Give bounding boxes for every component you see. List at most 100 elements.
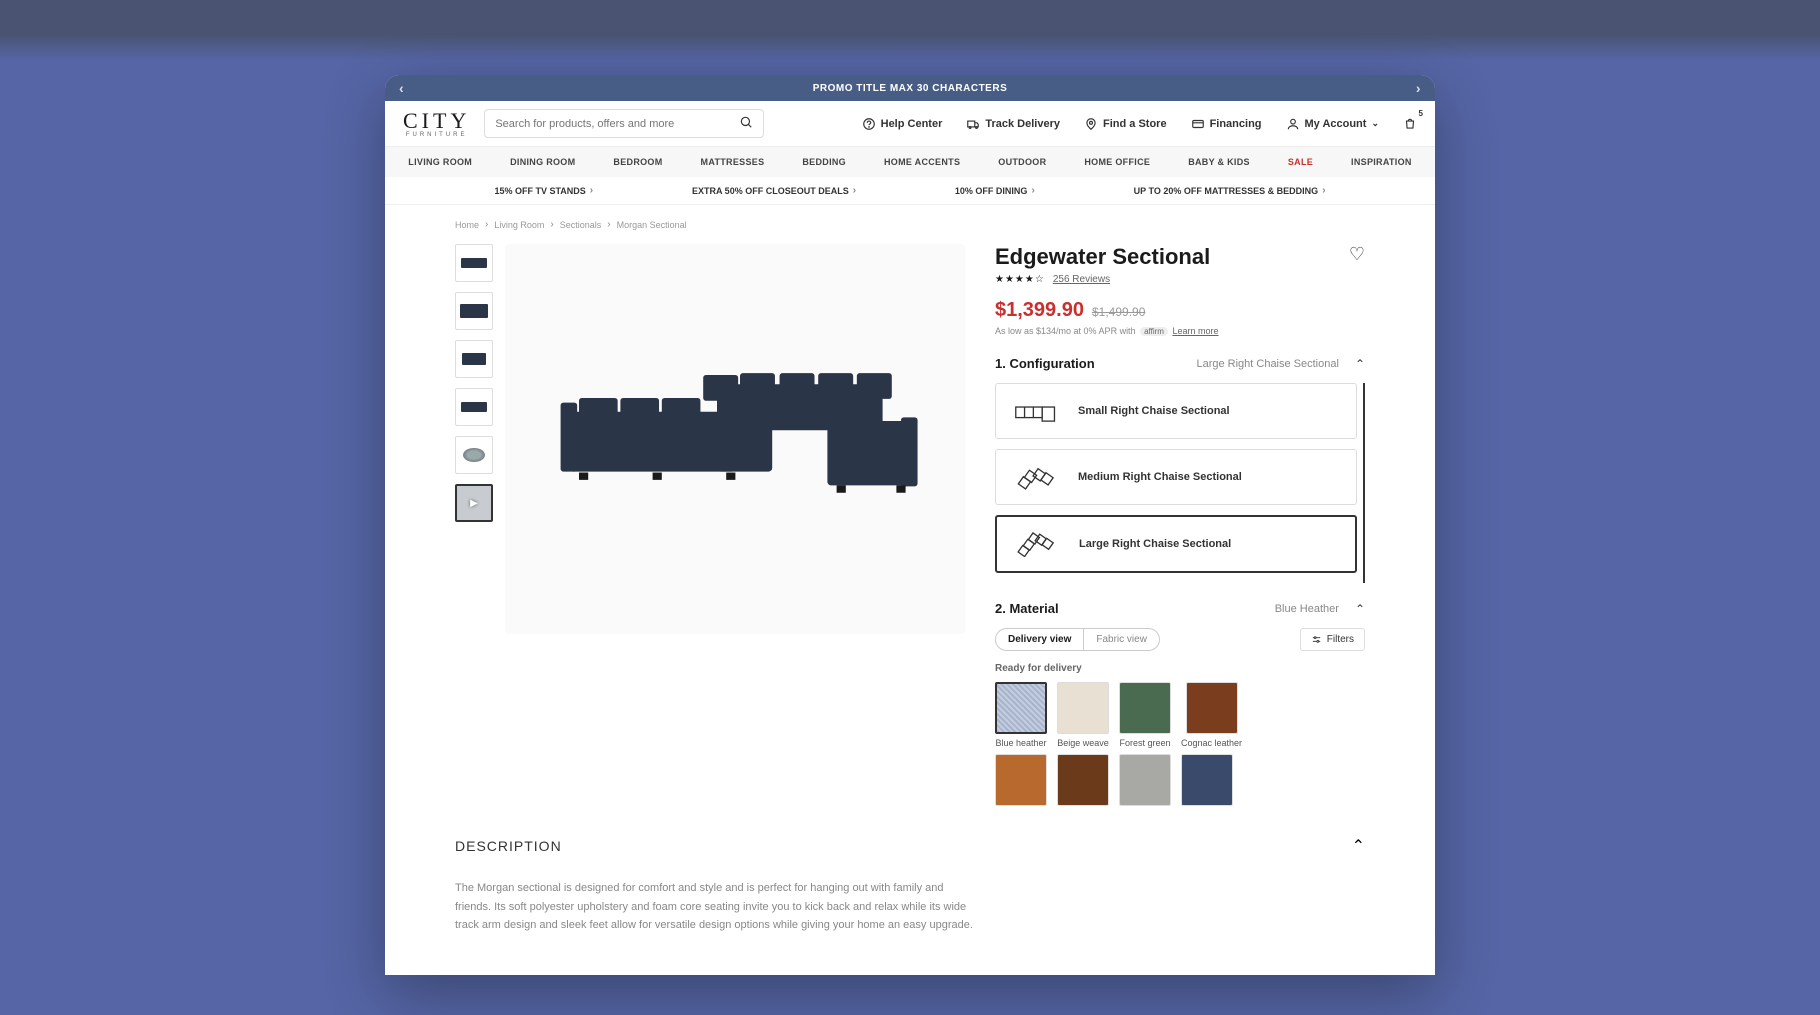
product-area: Edgewater Sectional ♡ ★★★★☆ 256 Reviews …: [385, 244, 1435, 806]
chevron-up-icon: ⌃: [1355, 357, 1365, 371]
thumbnail-1[interactable]: [455, 244, 493, 282]
swatch-navy[interactable]: [1181, 754, 1233, 806]
thumbnail-2[interactable]: [455, 292, 493, 330]
rating: ★★★★☆ 256 Reviews: [995, 274, 1365, 285]
help-center-link[interactable]: Help Center: [862, 117, 943, 131]
nav-outdoor[interactable]: OUTDOOR: [998, 157, 1046, 167]
sofa-illustration: [533, 329, 938, 550]
affirm-learn-more[interactable]: Learn more: [1172, 326, 1218, 336]
logo[interactable]: CITY FURNITURE: [403, 110, 470, 138]
thumbnail-video[interactable]: [455, 484, 493, 522]
cart-button[interactable]: 5: [1403, 117, 1417, 131]
search-field[interactable]: [495, 118, 739, 130]
chevron-down-icon: ⌄: [1371, 118, 1379, 129]
app-frame: ‹ PROMO TITLE MAX 30 CHARACTERS › CITY F…: [385, 75, 1435, 975]
crumb-home[interactable]: Home: [455, 220, 479, 230]
swatch-brown[interactable]: [1057, 754, 1109, 806]
ready-label: Ready for delivery: [995, 663, 1365, 674]
product-details: Edgewater Sectional ♡ ★★★★☆ 256 Reviews …: [995, 244, 1365, 806]
affirm-logo: affirm: [1140, 327, 1168, 336]
sectional-large-icon: [1015, 531, 1059, 557]
main-product-image[interactable]: [505, 244, 965, 634]
configuration-section: 1. Configuration Large Right Chaise Sect…: [995, 356, 1365, 583]
description-header[interactable]: DESCRIPTION ⌃: [455, 836, 1365, 863]
configuration-header[interactable]: 1. Configuration Large Right Chaise Sect…: [995, 356, 1365, 371]
configuration-options[interactable]: Small Right Chaise Sectional Medium Righ…: [995, 383, 1365, 583]
filters-icon: [1311, 634, 1322, 645]
promo-next-icon[interactable]: ›: [1416, 80, 1421, 96]
delivery-view-button[interactable]: Delivery view: [996, 629, 1084, 650]
header-links: Help Center Track Delivery Find a Store …: [862, 117, 1417, 131]
config-option-small[interactable]: Small Right Chaise Sectional: [995, 383, 1357, 439]
favorite-button[interactable]: ♡: [1349, 244, 1365, 265]
stars-icon: ★★★★☆: [995, 274, 1045, 285]
reviews-link[interactable]: 256 Reviews: [1053, 274, 1110, 285]
config-option-large[interactable]: Large Right Chaise Sectional: [995, 515, 1357, 573]
nav-living-room[interactable]: LIVING ROOM: [408, 157, 472, 167]
nav-sale[interactable]: SALE: [1288, 157, 1313, 167]
financing-link[interactable]: Financing: [1191, 117, 1262, 131]
chevron-right-icon: ›: [853, 185, 856, 196]
nav-bedding[interactable]: BEDDING: [802, 157, 846, 167]
nav-inspiration[interactable]: INSPIRATION: [1351, 157, 1412, 167]
nav-home-office[interactable]: HOME OFFICE: [1084, 157, 1150, 167]
swatch-forest-green[interactable]: Forest green: [1119, 682, 1171, 748]
sectional-medium-icon: [1014, 464, 1058, 490]
nav-home-accents[interactable]: HOME ACCENTS: [884, 157, 960, 167]
header: CITY FURNITURE Help Center Track Deliver…: [385, 101, 1435, 147]
search-input[interactable]: [484, 109, 764, 138]
chevron-up-icon: ⌃: [1355, 602, 1365, 616]
price-original: $1,499.90: [1092, 305, 1145, 319]
promo-text: PROMO TITLE MAX 30 CHARACTERS: [813, 83, 1008, 94]
crumb-current: Morgan Sectional: [617, 220, 687, 230]
nav-dining-room[interactable]: DINING ROOM: [510, 157, 575, 167]
swatch-grey[interactable]: [1119, 754, 1171, 806]
swatch-row-1: Blue heather Beige weave Forest green Co…: [995, 682, 1365, 748]
main-nav: LIVING ROOM DINING ROOM BEDROOM MATTRESS…: [385, 147, 1435, 177]
thumbnail-list: [455, 244, 493, 806]
promo-row: 15% OFF TV STANDS› EXTRA 50% OFF CLOSEOU…: [385, 177, 1435, 205]
swatch-row-2: [995, 754, 1365, 806]
description-section: DESCRIPTION ⌃ The Morgan sectional is de…: [385, 806, 1435, 975]
thumbnail-5[interactable]: [455, 436, 493, 474]
nav-baby-kids[interactable]: BABY & KIDS: [1188, 157, 1250, 167]
sectional-small-icon: [1014, 398, 1058, 424]
chevron-right-icon: ›: [1322, 185, 1325, 196]
fabric-view-button[interactable]: Fabric view: [1084, 629, 1159, 650]
thumbnail-4[interactable]: [455, 388, 493, 426]
filters-button[interactable]: Filters: [1300, 628, 1365, 651]
gallery: [455, 244, 965, 806]
view-toggle: Delivery view Fabric view: [995, 628, 1160, 651]
promo-dining[interactable]: 10% OFF DINING›: [955, 185, 1035, 196]
product-title: Edgewater Sectional: [995, 244, 1210, 270]
thumbnail-3[interactable]: [455, 340, 493, 378]
swatch-cognac-leather[interactable]: Cognac leather: [1181, 682, 1242, 748]
crumb-sectionals[interactable]: Sectionals: [560, 220, 602, 230]
config-option-medium[interactable]: Medium Right Chaise Sectional: [995, 449, 1357, 505]
chevron-right-icon: ›: [590, 185, 593, 196]
cart-count: 5: [1419, 109, 1423, 118]
price: $1,399.90: [995, 299, 1084, 322]
track-delivery-link[interactable]: Track Delivery: [966, 117, 1060, 131]
search-icon[interactable]: [739, 115, 753, 132]
promo-prev-icon[interactable]: ‹: [399, 80, 404, 96]
my-account-link[interactable]: My Account ⌄: [1286, 117, 1379, 131]
promo-mattress[interactable]: UP TO 20% OFF MATTRESSES & BEDDING›: [1134, 185, 1326, 196]
promo-closeout[interactable]: EXTRA 50% OFF CLOSEOUT DEALS›: [692, 185, 856, 196]
description-body: The Morgan sectional is designed for com…: [455, 879, 975, 935]
affirm-text: As low as $134/mo at 0% APR with affirm …: [995, 326, 1365, 336]
swatch-blue-heather[interactable]: Blue heather: [995, 682, 1047, 748]
chevron-up-icon: ⌃: [1352, 836, 1365, 856]
material-header[interactable]: 2. Material Blue Heather ⌃: [995, 601, 1365, 616]
find-store-link[interactable]: Find a Store: [1084, 117, 1167, 131]
nav-bedroom[interactable]: BEDROOM: [613, 157, 662, 167]
nav-mattresses[interactable]: MATTRESSES: [701, 157, 765, 167]
promo-tv-stands[interactable]: 15% OFF TV STANDS›: [494, 185, 593, 196]
swatch-beige-weave[interactable]: Beige weave: [1057, 682, 1109, 748]
breadcrumb: Home› Living Room› Sectionals› Morgan Se…: [385, 205, 1435, 244]
chevron-right-icon: ›: [1031, 185, 1034, 196]
swatch-tan[interactable]: [995, 754, 1047, 806]
material-section: 2. Material Blue Heather ⌃ Delivery view…: [995, 601, 1365, 806]
promo-banner: ‹ PROMO TITLE MAX 30 CHARACTERS ›: [385, 75, 1435, 101]
crumb-living-room[interactable]: Living Room: [494, 220, 544, 230]
